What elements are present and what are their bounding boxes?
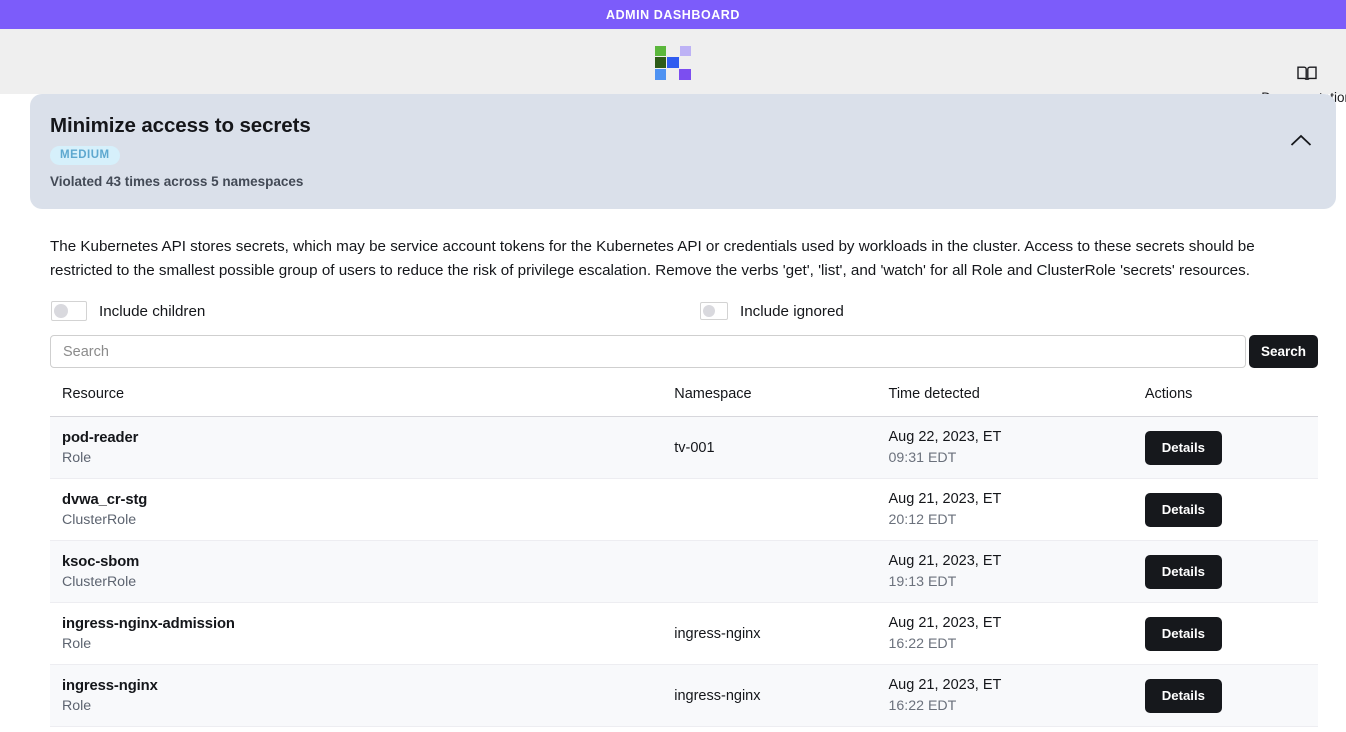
book-icon	[1296, 65, 1317, 87]
resource-name: ingress-nginx	[62, 677, 158, 694]
detected-time: 19:13 EDT	[888, 574, 957, 590]
cell-resource: ingress-nginx-admission Role	[50, 602, 663, 665]
cell-resource: ingress-nginx Role	[50, 664, 663, 727]
resource-name: ksoc-sbom	[62, 553, 140, 570]
logo-square-blue	[667, 57, 679, 68]
cell-time: Aug 21, 2023, ET 20:12 EDT	[876, 478, 1133, 541]
status-badge: MEDIUM	[50, 146, 120, 165]
table-row[interactable]: ingress-nginx-admission Role ingress-ngi…	[50, 602, 1318, 665]
cell-namespace	[662, 478, 877, 541]
column-header-time[interactable]: Time detected	[876, 386, 1133, 417]
details-button[interactable]: Details	[1144, 554, 1222, 589]
finding-description: The Kubernetes API stores secrets, which…	[50, 238, 1255, 279]
include-ignored-switch[interactable]	[700, 302, 728, 320]
logo-square-dark-green	[655, 57, 667, 68]
search-button[interactable]: Search	[1249, 335, 1318, 368]
detected-date: Aug 22, 2023, ET	[888, 429, 1002, 445]
chevron-up-icon	[1290, 134, 1312, 150]
violation-summary: Violated 43 times across 5 namespaces	[50, 174, 304, 189]
include-ignored-label: Include ignored	[740, 302, 844, 320]
finding-banner: Minimize access to secrets MEDIUM Violat…	[30, 94, 1336, 209]
cell-time: Aug 21, 2023, ET 19:13 EDT	[876, 540, 1133, 603]
detected-date: Aug 21, 2023, ET	[888, 553, 1002, 569]
logo-square-purple	[679, 68, 691, 80]
filter-toggles: Include children Include ignored	[50, 301, 1318, 321]
logo-square-green	[655, 45, 667, 57]
column-header-namespace[interactable]: Namespace	[662, 386, 877, 417]
main-content: The Kubernetes API stores secrets, which…	[0, 235, 1346, 727]
table-body: pod-reader Role tv-001 Aug 22, 2023, ET …	[50, 416, 1318, 727]
table-row[interactable]: ksoc-sbom ClusterRole Aug 21, 2023, ET 1…	[50, 540, 1318, 603]
cell-namespace: ingress-nginx	[662, 664, 877, 727]
switch-knob	[54, 304, 68, 318]
violations-table: Resource Namespace Time detected Actions…	[50, 386, 1318, 727]
include-children-label: Include children	[99, 302, 206, 320]
search-input[interactable]	[50, 335, 1246, 368]
logo-square-light-blue	[655, 68, 667, 80]
toggle-include-ignored[interactable]: Include ignored	[700, 302, 844, 320]
app-header: Documentation	[0, 29, 1346, 105]
detected-date: Aug 21, 2023, ET	[888, 615, 1002, 631]
detected-date: Aug 21, 2023, ET	[888, 491, 1002, 507]
page-title: Minimize access to secrets	[50, 114, 311, 137]
details-button[interactable]: Details	[1144, 492, 1222, 527]
cell-namespace: ingress-nginx	[662, 602, 877, 665]
resource-kind: ClusterRole	[62, 573, 137, 590]
cell-resource: dvwa_cr-stg ClusterRole	[50, 478, 663, 541]
resource-kind: Role	[62, 697, 92, 714]
column-header-resource[interactable]: Resource	[50, 386, 663, 417]
detected-time: 16:22 EDT	[888, 698, 957, 714]
cell-actions: Details	[1132, 478, 1318, 541]
cell-namespace: tv-001	[662, 416, 877, 479]
table-row[interactable]: dvwa_cr-stg ClusterRole Aug 21, 2023, ET…	[50, 478, 1318, 541]
admin-dashboard-bar: ADMIN DASHBOARD	[0, 0, 1346, 29]
cell-actions: Details	[1132, 664, 1318, 727]
column-header-actions: Actions	[1132, 386, 1318, 417]
resource-name: ingress-nginx-admission	[62, 615, 235, 632]
cell-resource: pod-reader Role	[50, 416, 663, 479]
cell-time: Aug 21, 2023, ET 16:22 EDT	[876, 664, 1133, 727]
cell-actions: Details	[1132, 602, 1318, 665]
collapse-banner-button[interactable]	[1286, 130, 1316, 154]
detected-time: 16:22 EDT	[888, 636, 957, 652]
cell-actions: Details	[1132, 416, 1318, 479]
details-button[interactable]: Details	[1144, 616, 1222, 651]
admin-dashboard-label: ADMIN DASHBOARD	[606, 7, 740, 22]
cell-time: Aug 22, 2023, ET 09:31 EDT	[876, 416, 1133, 479]
table-header-row: Resource Namespace Time detected Actions	[50, 386, 1318, 417]
resource-name: dvwa_cr-stg	[62, 491, 148, 508]
table-row[interactable]: ingress-nginx Role ingress-nginx Aug 21,…	[50, 664, 1318, 727]
app-logo[interactable]	[655, 45, 691, 80]
table-row[interactable]: pod-reader Role tv-001 Aug 22, 2023, ET …	[50, 416, 1318, 479]
details-button[interactable]: Details	[1144, 678, 1222, 713]
detected-time: 09:31 EDT	[888, 450, 957, 466]
cell-actions: Details	[1132, 540, 1318, 603]
cell-time: Aug 21, 2023, ET 16:22 EDT	[876, 602, 1133, 665]
cell-resource: ksoc-sbom ClusterRole	[50, 540, 663, 603]
search-row: Search	[50, 335, 1318, 368]
details-button[interactable]: Details	[1144, 430, 1222, 465]
resource-kind: ClusterRole	[62, 511, 137, 528]
switch-knob	[703, 305, 715, 317]
resource-kind: Role	[62, 635, 92, 652]
cell-namespace	[662, 540, 877, 603]
logo-square-lavender	[679, 45, 691, 57]
resource-kind: Role	[62, 449, 92, 466]
detected-time: 20:12 EDT	[888, 512, 957, 528]
toggle-include-children[interactable]: Include children	[51, 301, 700, 321]
resource-name: pod-reader	[62, 429, 139, 446]
detected-date: Aug 21, 2023, ET	[888, 677, 1002, 693]
include-children-switch[interactable]	[51, 301, 87, 321]
